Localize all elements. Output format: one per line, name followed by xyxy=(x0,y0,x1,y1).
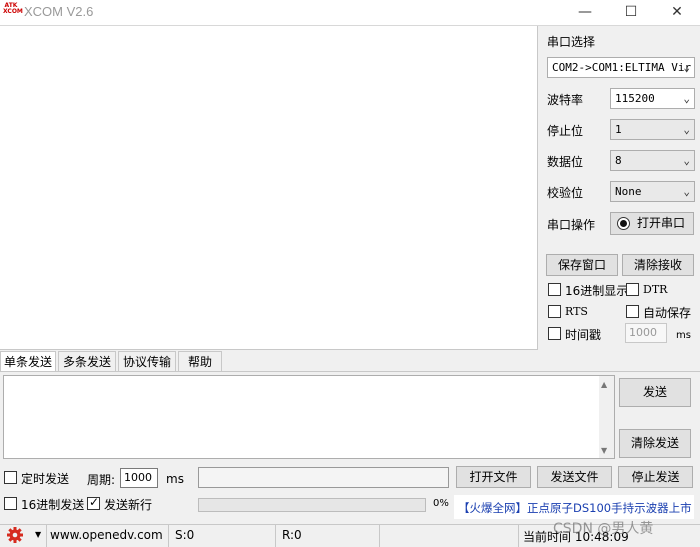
clear-send-button[interactable]: 清除发送 xyxy=(619,429,691,458)
baud-value: 115200 xyxy=(615,92,655,105)
stop-bits-label: 停止位 xyxy=(547,124,584,138)
tab-multi-send[interactable]: 多条发送 xyxy=(58,351,116,371)
open-file-button[interactable]: 打开文件 xyxy=(456,466,531,488)
scroll-up-icon[interactable]: ▲ xyxy=(601,380,607,389)
open-port-label: 打开串口 xyxy=(636,216,685,230)
status-divider xyxy=(46,524,47,547)
send-textarea[interactable] xyxy=(3,375,615,459)
period-label: 周期: xyxy=(87,473,116,487)
receive-textarea[interactable] xyxy=(0,26,538,350)
tab-help[interactable]: 帮助 xyxy=(178,351,222,371)
port-op-label: 串口操作 xyxy=(547,218,596,232)
hex-send-label: 16进制发送 xyxy=(21,498,85,512)
hex-display-checkbox[interactable] xyxy=(548,283,561,296)
data-bits-label: 数据位 xyxy=(547,155,584,169)
port-select-label: 串口选择 xyxy=(547,35,596,49)
parity-label: 校验位 xyxy=(547,186,584,200)
port-status-icon xyxy=(617,217,630,230)
stop-send-button[interactable]: 停止发送 xyxy=(618,466,693,488)
timed-send-checkbox[interactable] xyxy=(4,471,17,484)
window-title: XCOM V2.6 xyxy=(24,4,94,19)
hex-display-label: 16进制显示 xyxy=(565,284,629,298)
open-port-button[interactable]: 打开串口 xyxy=(610,212,694,235)
status-divider xyxy=(518,524,519,547)
file-path-input[interactable] xyxy=(198,467,449,488)
chevron-down-icon: ⌄ xyxy=(683,92,690,105)
watermark: CSDN @男人黄 xyxy=(553,521,654,537)
send-file-button[interactable]: 发送文件 xyxy=(537,466,612,488)
chevron-down-icon: ⌄ xyxy=(683,123,690,136)
dtr-checkbox[interactable] xyxy=(626,283,639,296)
chevron-down-icon: ⌄ xyxy=(683,185,690,198)
dtr-label: DTR xyxy=(643,283,668,296)
data-bits-select[interactable]: 8 ⌄ xyxy=(610,150,695,171)
sent-count: S:0 xyxy=(175,528,195,542)
status-divider xyxy=(379,524,380,547)
app-logo-icon: ATK XCOM xyxy=(3,2,23,15)
timestamp-checkbox[interactable] xyxy=(548,327,561,340)
timestamp-input[interactable]: 1000 xyxy=(625,323,667,343)
status-divider xyxy=(168,524,169,547)
send-newline-checkbox[interactable] xyxy=(87,495,100,510)
chevron-down-icon: ⌄ xyxy=(683,154,690,167)
port-select[interactable]: COM2->COM1:ELTIMA Vir ⌄ xyxy=(547,57,695,78)
period-input[interactable]: 1000 xyxy=(120,468,158,488)
close-button[interactable]: ✕ xyxy=(654,0,700,26)
received-count: R:0 xyxy=(282,528,302,542)
send-newline-label: 发送新行 xyxy=(104,498,153,512)
chevron-down-icon: ⌄ xyxy=(683,61,690,74)
baud-label: 波特率 xyxy=(547,93,584,107)
tab-protocol[interactable]: 协议传输 xyxy=(118,351,176,371)
clear-receive-button[interactable]: 清除接收 xyxy=(622,254,694,276)
rts-checkbox[interactable] xyxy=(548,305,561,318)
status-divider xyxy=(275,524,276,547)
send-button[interactable]: 发送 xyxy=(619,378,691,407)
stop-bits-value: 1 xyxy=(615,123,622,136)
auto-save-checkbox[interactable] xyxy=(626,305,639,318)
auto-save-label: 自动保存 xyxy=(643,306,692,320)
data-bits-value: 8 xyxy=(615,154,622,167)
port-select-value: COM2->COM1:ELTIMA Vir xyxy=(552,61,692,74)
progress-text: 0% xyxy=(433,498,449,509)
website-link[interactable]: www.openedv.com xyxy=(50,528,163,542)
hex-send-checkbox[interactable] xyxy=(4,497,17,510)
minimize-button[interactable]: — xyxy=(562,0,608,26)
save-window-button[interactable]: 保存窗口 xyxy=(546,254,618,276)
period-unit: ms xyxy=(166,472,184,486)
chevron-down-icon[interactable]: ▼ xyxy=(35,530,41,539)
gear-icon[interactable] xyxy=(6,526,24,544)
rts-label: RTS xyxy=(565,305,588,318)
parity-select[interactable]: None ⌄ xyxy=(610,181,695,202)
stop-bits-select[interactable]: 1 ⌄ xyxy=(610,119,695,140)
scroll-down-icon[interactable]: ▼ xyxy=(601,446,607,455)
parity-value: None xyxy=(615,185,642,198)
timestamp-unit: ms xyxy=(676,330,691,341)
ad-link[interactable]: 【火爆全网】正点原子DS100手持示波器上市 xyxy=(458,500,692,516)
tab-single-send[interactable]: 单条发送 xyxy=(0,351,56,371)
maximize-button[interactable]: ☐ xyxy=(608,0,654,26)
send-progress-bar xyxy=(198,498,426,512)
tab-divider xyxy=(0,371,700,372)
timestamp-label: 时间戳 xyxy=(565,328,602,342)
baud-select[interactable]: 115200 ⌄ xyxy=(610,88,695,109)
timed-send-label: 定时发送 xyxy=(21,472,70,486)
